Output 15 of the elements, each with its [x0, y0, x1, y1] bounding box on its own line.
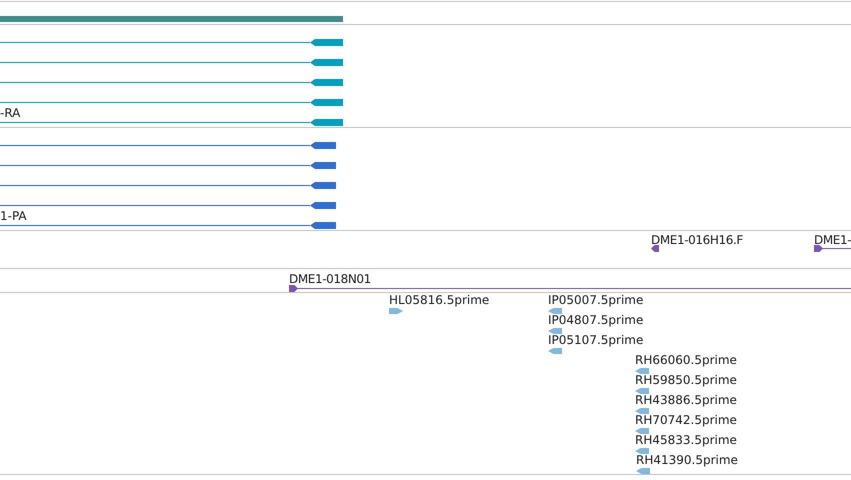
transcript-label: 1-PA: [0, 209, 27, 223]
est-label: IP05007.5prime: [548, 293, 644, 307]
est-label: RH70742.5prime: [635, 413, 737, 427]
est-label: IP04807.5prime: [548, 313, 644, 327]
est-label: RH59850.5prime: [635, 373, 737, 387]
est-label: RH43886.5prime: [635, 393, 737, 407]
est-label: RH66060.5prime: [635, 353, 737, 367]
est-label: HL05816.5prime: [389, 293, 490, 307]
est-label: RH45833.5prime: [635, 433, 737, 447]
transcript-label: -RA: [0, 106, 20, 120]
est-label: RH41390.5prime: [636, 453, 738, 467]
clone-label: DME1-018N01: [289, 272, 371, 286]
clone-label: DME1-: [814, 233, 851, 247]
est-label: IP05107.5prime: [548, 333, 644, 347]
clone-label: DME1-016H16.F: [651, 233, 743, 247]
